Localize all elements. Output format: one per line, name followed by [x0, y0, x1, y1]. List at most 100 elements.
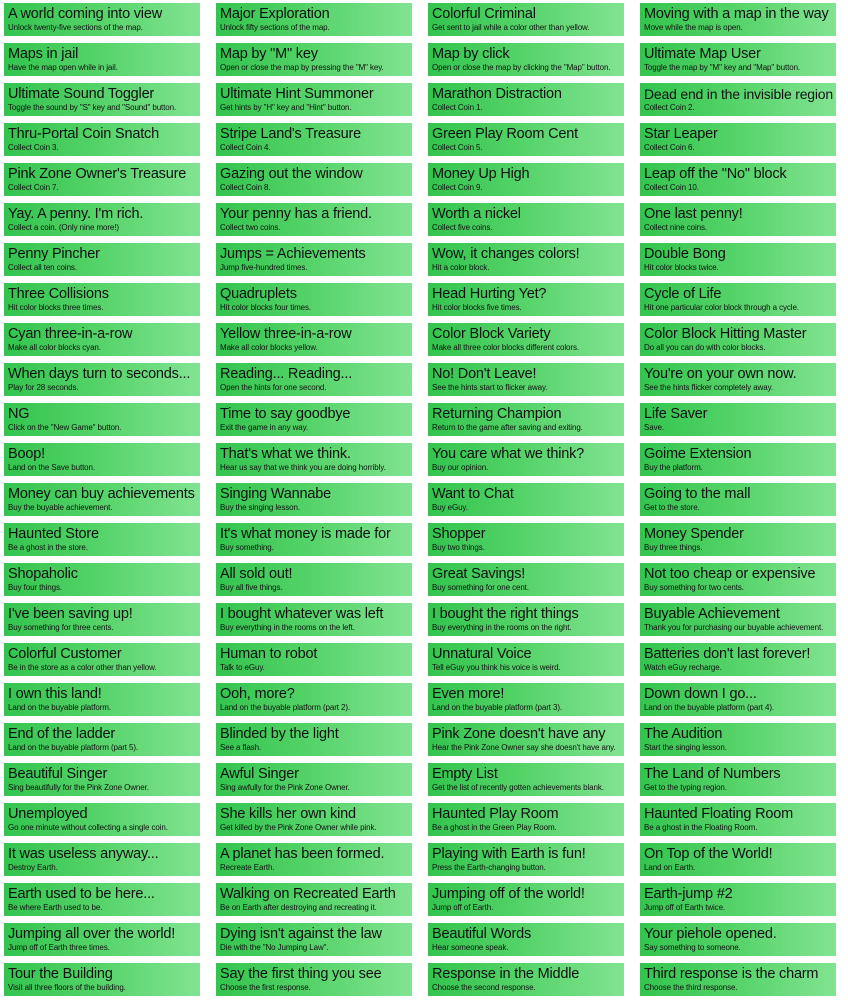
- achievement-tile: Map by "M" key Open or close the map by p…: [216, 43, 412, 76]
- achievement-title: Jumps = Achievements: [220, 246, 366, 262]
- achievement-tile: Cyan three-in-a-row Make all color blocks…: [4, 323, 200, 356]
- achievement-title: Gazing out the window: [220, 166, 363, 182]
- achievement-description: Collect nine coins.: [644, 223, 708, 232]
- achievement-title: Even more!: [432, 686, 505, 702]
- achievement-description: Hear us say that we think you are doing …: [220, 463, 386, 472]
- achievement-title: Map by "M" key: [220, 46, 318, 62]
- achievement-description: Buy the singing lesson.: [220, 503, 300, 512]
- achievement-title: Cyan three-in-a-row: [8, 326, 133, 342]
- achievement-title: Penny Pincher: [8, 246, 100, 262]
- achievement-title: One last penny!: [644, 206, 743, 222]
- achievement-description: Land on the buyable platform.: [8, 703, 111, 712]
- achievement-description: Thank you for purchasing our buyable ach…: [644, 623, 824, 632]
- achievement-tile: Life Saver Save.: [640, 403, 836, 436]
- achievement-description: Play for 28 seconds.: [8, 383, 79, 392]
- achievement-description: Destroy Earth.: [8, 863, 58, 872]
- achievement-description: Buy something for two cents.: [644, 583, 744, 592]
- achievement-tile: Leap off the "No" block Collect Coin 10.: [640, 163, 836, 196]
- achievement-description: Land on the buyable platform (part 3).: [432, 703, 563, 712]
- achievement-description: Make all three color blocks different co…: [432, 343, 579, 352]
- achievement-description: Collect five coins.: [432, 223, 493, 232]
- achievement-tile: Boop! Land on the Save button.: [4, 443, 200, 476]
- achievement-title: I've been saving up!: [8, 606, 133, 622]
- achievement-title: Haunted Play Room: [432, 806, 559, 822]
- achievement-description: Hear the Pink Zone Owner say she doesn't…: [432, 743, 616, 752]
- achievement-description: Open or close the map by clicking the "M…: [432, 63, 611, 72]
- achievement-description: Exit the game in any way.: [220, 423, 309, 432]
- achievement-tile: Your piehole opened. Say something to som…: [640, 923, 836, 956]
- achievement-description: Choose the third response.: [644, 983, 738, 992]
- achievement-description: Land on the buyable platform (part 2).: [220, 703, 351, 712]
- achievement-tile: Unnatural Voice Tell eGuy you think his v…: [428, 643, 624, 676]
- achievement-description: Collect Coin 9.: [432, 183, 483, 192]
- achievement-title: Beautiful Singer: [8, 766, 108, 782]
- achievement-description: Visit all three floors of the building.: [8, 983, 126, 992]
- achievement-title: Cycle of Life: [644, 286, 722, 302]
- achievement-tile: Empty List Get the list of recently gotte…: [428, 763, 624, 796]
- achievement-description: Get sent to jail while a color other tha…: [432, 23, 590, 32]
- achievement-title: Awful Singer: [220, 766, 299, 782]
- achievement-tile: Maps in jail Have the map open while in j…: [4, 43, 200, 76]
- achievement-title: Dead end in the invisible region: [644, 86, 833, 102]
- achievement-tile: Earth used to be here... Be where Earth u…: [4, 883, 200, 916]
- achievement-tile: Batteries don't last forever! Watch eGuy …: [640, 643, 836, 676]
- achievement-title: Human to robot: [220, 646, 318, 662]
- achievement-description: See a flash.: [220, 743, 262, 752]
- achievement-title: All sold out!: [220, 566, 293, 582]
- achievement-title: Wow, it changes colors!: [432, 246, 580, 262]
- achievement-title: Leap off the "No" block: [644, 166, 787, 182]
- achievement-description: See the hints flicker completely away.: [644, 383, 774, 392]
- achievement-title: Time to say goodbye: [220, 406, 351, 422]
- achievement-tile: Beautiful Singer Sing beautifully for the…: [4, 763, 200, 796]
- achievement-description: Make all color blocks yellow.: [220, 343, 318, 352]
- achievement-title: Thru-Portal Coin Snatch: [8, 126, 159, 142]
- achievement-tile: Penny Pincher Collect all ten coins.: [4, 243, 200, 276]
- achievement-tile: Walking on Recreated Earth Be on Earth af…: [216, 883, 412, 916]
- achievement-description: Hit a color block.: [432, 263, 490, 272]
- achievement-title: Pink Zone Owner's Treasure: [8, 166, 187, 182]
- achievement-description: Buy three things.: [644, 543, 703, 552]
- achievement-title: Buyable Achievement: [644, 606, 780, 622]
- achievement-tile: When days turn to seconds... Play for 28 …: [4, 363, 200, 396]
- achievement-description: Collect Coin 10.: [644, 183, 699, 192]
- achievement-tile: Ooh, more? Land on the buyable platform (…: [216, 683, 412, 716]
- achievement-tile: Returning Champion Return to the game aft…: [428, 403, 624, 436]
- achievement-description: Be in the store as a color other than ye…: [8, 663, 157, 672]
- achievement-title: It's what money is made for: [220, 526, 391, 542]
- achievement-title: Empty List: [432, 766, 498, 782]
- achievement-tile: Three Collisions Hit color blocks three t…: [4, 283, 200, 316]
- achievement-title: Jumping all over the world!: [8, 926, 176, 942]
- achievement-description: Tell eGuy you think his voice is weird.: [432, 663, 561, 672]
- achievement-title: Moving with a map in the way: [644, 6, 829, 22]
- achievement-description: Be a ghost in the Floating Room.: [644, 823, 758, 832]
- achievement-description: Land on the buyable platform (part 4).: [644, 703, 775, 712]
- achievement-description: Land on the buyable platform (part 5).: [8, 743, 139, 752]
- achievement-tile: Awful Singer Sing awfully for the Pink Zo…: [216, 763, 412, 796]
- achievement-title: Worth a nickel: [432, 206, 521, 222]
- achievement-tile: Head Hurting Yet? Hit color blocks five t…: [428, 283, 624, 316]
- achievement-tile: Shopaholic Buy four things.: [4, 563, 200, 596]
- achievement-title: Going to the mall: [644, 486, 751, 502]
- achievement-description: Do all you can do with color blocks.: [644, 343, 766, 352]
- achievement-tile: Haunted Floating Room Be a ghost in the F…: [640, 803, 836, 836]
- achievement-tile: Shopper Buy two things.: [428, 523, 624, 556]
- achievement-tile: Money Spender Buy three things.: [640, 523, 836, 556]
- achievement-tile: On Top of the World! Land on Earth.: [640, 843, 836, 876]
- achievement-title: Your penny has a friend.: [220, 206, 372, 222]
- achievement-tile: Jumping all over the world! Jump off of E…: [4, 923, 200, 956]
- achievement-tile: Yellow three-in-a-row Make all color bloc…: [216, 323, 412, 356]
- achievement-tile: Ultimate Map User Toggle the map by "M" k…: [640, 43, 836, 76]
- achievement-tile: Your penny has a friend. Collect two coin…: [216, 203, 412, 236]
- achievement-tile: Not too cheap or expensive Buy something …: [640, 563, 836, 596]
- achievement-title: Reading... Reading...: [220, 366, 353, 382]
- achievement-description: Buy our opinion.: [432, 463, 489, 472]
- achievement-title: Money can buy achievements: [8, 486, 195, 502]
- achievement-description: Buy four things.: [8, 583, 62, 592]
- achievement-title: Great Savings!: [432, 566, 526, 582]
- achievement-description: Buy the platform.: [644, 463, 703, 472]
- achievement-tile: Beautiful Words Hear someone speak.: [428, 923, 624, 956]
- achievement-description: Collect Coin 4.: [220, 143, 271, 152]
- achievement-title: A planet has been formed.: [220, 846, 385, 862]
- achievement-tile: Ultimate Sound Toggler Toggle the sound b…: [4, 83, 200, 116]
- achievement-title: Blinded by the light: [220, 726, 339, 742]
